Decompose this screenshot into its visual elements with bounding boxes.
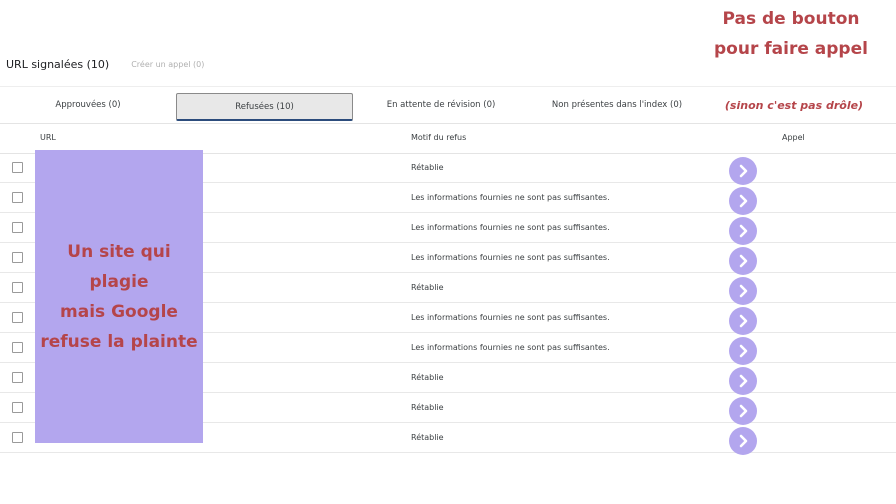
create-appeal-link[interactable]: Créer un appel (0) xyxy=(131,60,204,69)
chevron-right-icon xyxy=(739,404,748,418)
row-checkbox[interactable] xyxy=(12,372,23,383)
row-motif: Les informations fournies ne sont pas su… xyxy=(411,343,610,352)
appeal-button[interactable] xyxy=(729,187,757,215)
row-motif: Rétablie xyxy=(411,373,444,382)
url-redaction-overlay: Un site qui plagie mais Google refuse la… xyxy=(35,150,203,443)
tab-approved[interactable]: Approuvées (0) xyxy=(0,87,176,123)
row-checkbox[interactable] xyxy=(12,222,23,233)
tab-pending[interactable]: En attente de révision (0) xyxy=(353,87,529,123)
chevron-right-icon xyxy=(739,434,748,448)
appeal-button[interactable] xyxy=(729,157,757,185)
row-checkbox[interactable] xyxy=(12,402,23,413)
page-header: URL signalées (10) Créer un appel (0) xyxy=(0,54,204,74)
tab-refused[interactable]: Refusées (10) xyxy=(176,93,353,121)
row-motif: Rétablie xyxy=(411,403,444,412)
chevron-right-icon xyxy=(739,284,748,298)
appeal-button[interactable] xyxy=(729,397,757,425)
joke-annotation: (sinon c'est pas drôle) xyxy=(724,99,864,112)
column-url: URL xyxy=(40,133,56,142)
chevron-right-icon xyxy=(739,314,748,328)
appeal-button[interactable] xyxy=(729,217,757,245)
row-checkbox[interactable] xyxy=(12,312,23,323)
row-checkbox[interactable] xyxy=(12,252,23,263)
appeal-button[interactable] xyxy=(729,367,757,395)
row-checkbox[interactable] xyxy=(12,192,23,203)
no-button-annotation: Pas de bouton pour faire appel xyxy=(714,9,868,59)
row-motif: Les informations fournies ne sont pas su… xyxy=(411,313,610,322)
chevron-right-icon xyxy=(739,164,748,178)
row-motif: Les informations fournies ne sont pas su… xyxy=(411,223,610,232)
appeal-button[interactable] xyxy=(729,247,757,275)
chevron-right-icon xyxy=(739,194,748,208)
column-appel: Appel xyxy=(782,133,805,142)
row-checkbox[interactable] xyxy=(12,432,23,443)
row-checkbox[interactable] xyxy=(12,342,23,353)
tab-not-indexed[interactable]: Non présentes dans l'index (0) xyxy=(529,87,705,123)
row-motif: Rétablie xyxy=(411,433,444,442)
appeal-button[interactable] xyxy=(729,427,757,455)
appeal-button[interactable] xyxy=(729,337,757,365)
row-motif: Rétablie xyxy=(411,283,444,292)
page-title: URL signalées (10) xyxy=(6,57,110,71)
appeal-button[interactable] xyxy=(729,277,757,305)
chevron-right-icon xyxy=(739,374,748,388)
row-motif: Les informations fournies ne sont pas su… xyxy=(411,193,610,202)
column-motif: Motif du refus xyxy=(411,133,467,142)
chevron-right-icon xyxy=(739,224,748,238)
mask-annotation: Un site qui plagie mais Google refuse la… xyxy=(40,241,198,352)
row-checkbox[interactable] xyxy=(12,162,23,173)
chevron-right-icon xyxy=(739,344,748,358)
row-motif: Les informations fournies ne sont pas su… xyxy=(411,253,610,262)
row-motif: Rétablie xyxy=(411,163,444,172)
row-checkbox[interactable] xyxy=(12,282,23,293)
chevron-right-icon xyxy=(739,254,748,268)
appeal-button[interactable] xyxy=(729,307,757,335)
